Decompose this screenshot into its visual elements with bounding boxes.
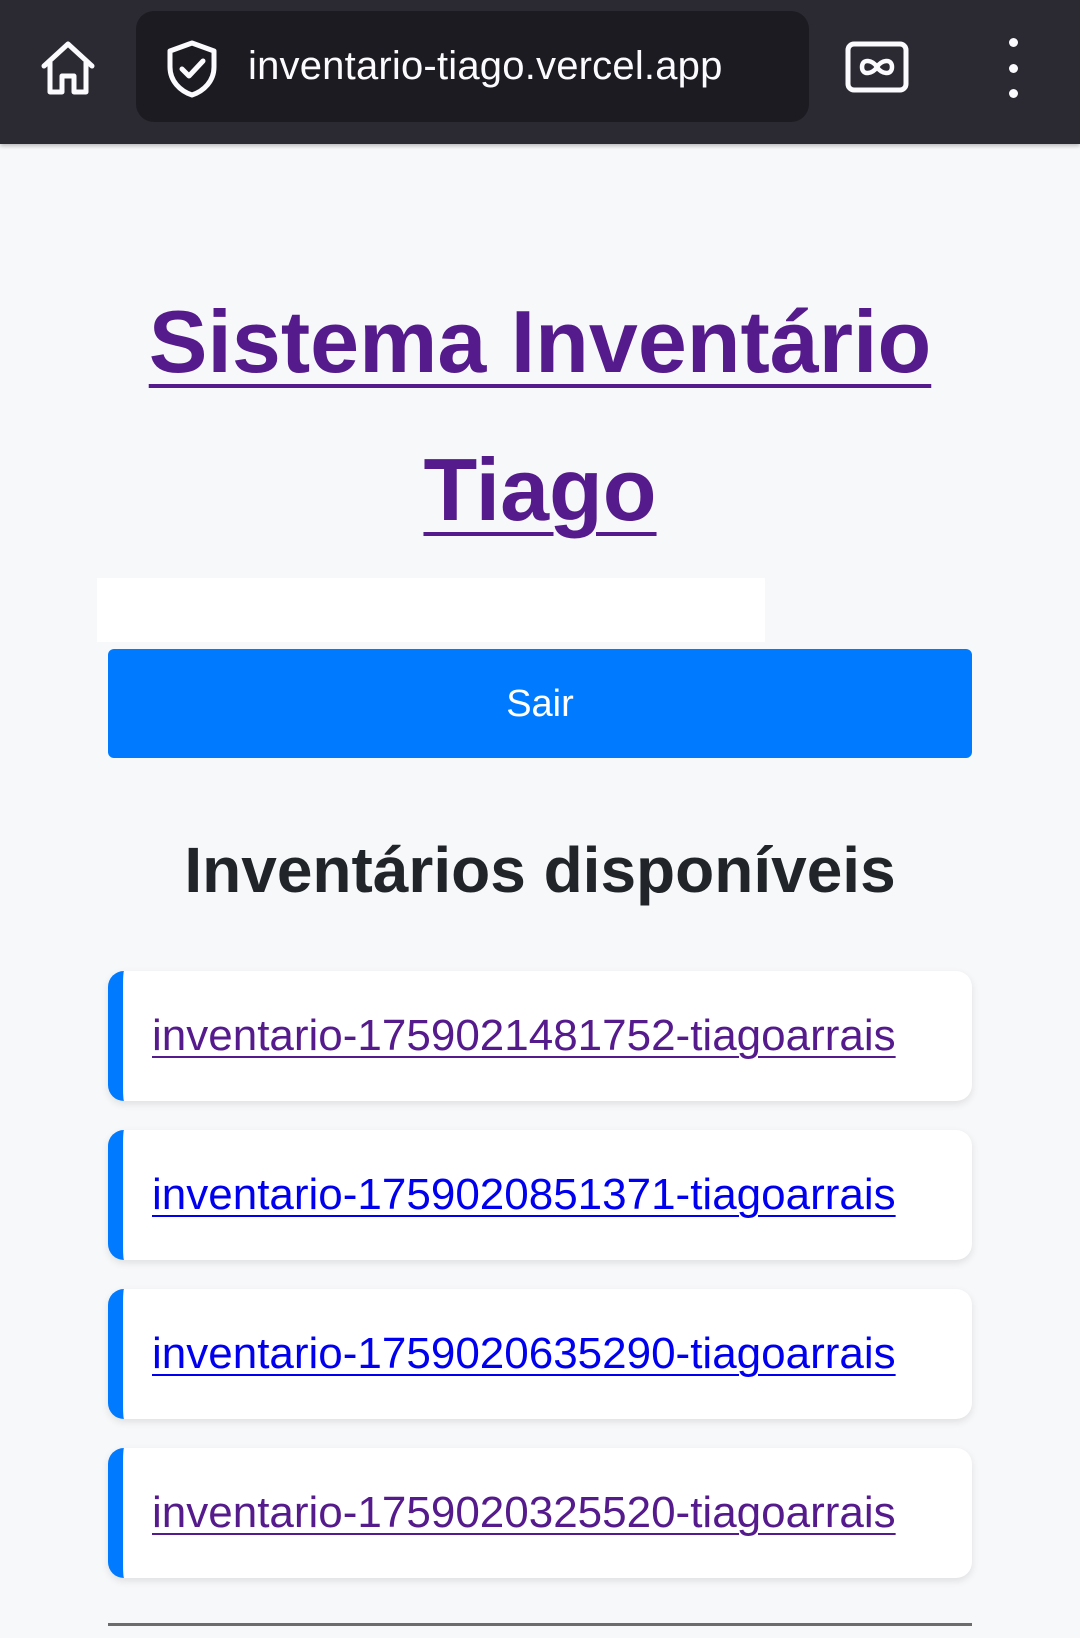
inventory-link[interactable]: inventario-1759020325520-tiagoarrais xyxy=(152,1448,896,1578)
address-bar[interactable]: inventario-tiago.vercel.app xyxy=(136,11,809,122)
inventory-card: inventario-1759020325520-tiagoarrais xyxy=(108,1448,972,1578)
logout-button[interactable]: Sair xyxy=(108,649,972,758)
page-title[interactable]: Sistema Inventário Tiago xyxy=(100,268,980,564)
page-title-line1[interactable]: Sistema Inventário xyxy=(149,292,932,391)
inventory-card: inventario-1759020851371-tiagoarrais xyxy=(108,1130,972,1260)
blank-panel xyxy=(97,578,765,642)
inventory-link[interactable]: inventario-1759020635290-tiagoarrais xyxy=(152,1289,896,1419)
tabs-infinity-icon[interactable] xyxy=(842,38,912,100)
menu-dot xyxy=(1008,38,1018,47)
inventory-card: inventario-1759020635290-tiagoarrais xyxy=(108,1289,972,1419)
browser-toolbar: inventario-tiago.vercel.app xyxy=(0,0,1080,144)
inventory-link[interactable]: inventario-1759021481752-tiagoarrais xyxy=(152,971,896,1101)
inventories-heading: Inventários disponíveis xyxy=(184,834,896,906)
menu-dot xyxy=(1008,63,1018,73)
home-icon[interactable] xyxy=(30,30,106,106)
page-title-line2[interactable]: Tiago xyxy=(423,440,656,539)
url-text[interactable]: inventario-tiago.vercel.app xyxy=(248,11,723,122)
inventory-card: inventario-1759021481752-tiagoarrais xyxy=(108,971,972,1101)
divider xyxy=(108,1623,972,1626)
inventory-link[interactable]: inventario-1759020851371-tiagoarrais xyxy=(152,1130,896,1260)
inventory-list: inventario-1759021481752-tiagoarrais inv… xyxy=(108,971,972,1607)
menu-dot xyxy=(1008,89,1018,98)
page-title-link[interactable]: Sistema Inventário Tiago xyxy=(149,292,932,539)
shield-check-icon[interactable] xyxy=(164,39,220,99)
kebab-menu-icon[interactable] xyxy=(990,38,1036,98)
